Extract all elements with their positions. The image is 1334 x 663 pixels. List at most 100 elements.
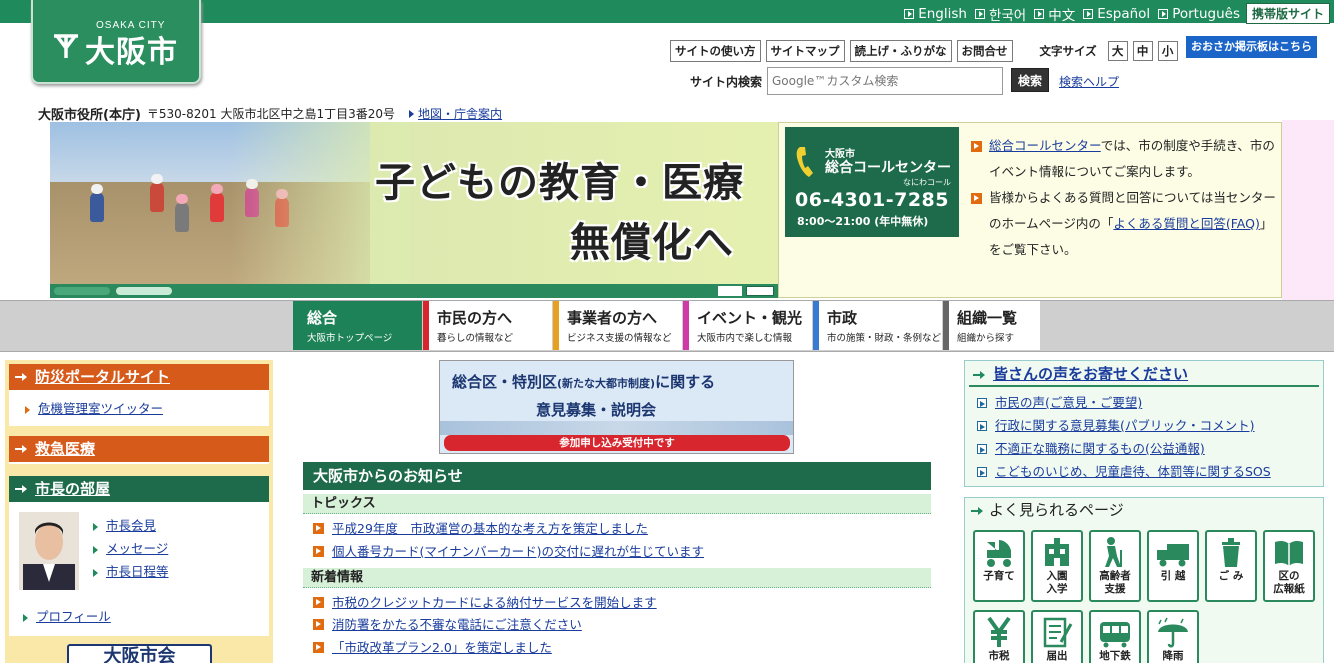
whistleblower-link[interactable]: 不適正な職務に関するもの(公益通報) — [995, 441, 1205, 456]
emergency-header[interactable]: 救急医療 — [9, 436, 269, 462]
message-link[interactable]: メッセージ — [106, 541, 168, 556]
yen-icon — [987, 616, 1011, 647]
search-label: サイト内検索 — [690, 75, 763, 89]
new-item-link[interactable]: 「市政改革プラン2.0」を策定しました — [332, 640, 552, 655]
tile-childcare[interactable]: 子育て — [973, 530, 1025, 602]
nav-tab-sub: 市の施策・財政・条例など — [827, 333, 942, 344]
logo-city-jp: 大阪市 — [85, 35, 178, 70]
new-item: 消防署をかたる不審な電話にご注意ください — [313, 614, 582, 633]
city-council-banner[interactable]: 大阪市会 — [67, 644, 212, 663]
site-guide-button[interactable]: サイトの使い方 — [670, 40, 761, 62]
call-info-2: 皆様からよくある質問と回答については当センターのホームページ内の「よくある質問と… — [971, 185, 1277, 263]
umbrella-icon — [1158, 617, 1188, 648]
lang-english[interactable]: English — [904, 6, 967, 22]
tile-notifications[interactable]: 届出 — [1031, 610, 1083, 663]
mayor-link-item: 市長会見 — [93, 514, 169, 537]
search-help-link[interactable]: 検索ヘルプ — [1059, 73, 1119, 90]
font-size-medium-button[interactable]: 中 — [1132, 41, 1153, 61]
sitemap-button[interactable]: サイトマップ — [765, 40, 845, 62]
new-item-link[interactable]: 消防署をかたる不審な電話にご注意ください — [332, 617, 582, 632]
photo-fade — [230, 122, 410, 298]
lang-chinese[interactable]: 中文 — [1034, 4, 1075, 24]
topic-link[interactable]: 平成29年度 市政運営の基本的な考え方を策定しました — [332, 521, 648, 536]
tile-garbage[interactable]: ご み — [1205, 530, 1257, 602]
pause-icon[interactable] — [746, 286, 774, 296]
feedback-title-link[interactable]: 皆さんの声をお寄せください — [993, 365, 1188, 383]
city-emblem-icon — [54, 34, 78, 58]
read-aloud-button[interactable]: 読上げ・ふりがな — [849, 40, 952, 62]
lang-spanish[interactable]: Español — [1083, 6, 1150, 22]
tile-rainfall[interactable]: 降雨 — [1147, 610, 1199, 663]
profile-link[interactable]: プロフィール — [36, 609, 111, 624]
new-info-header: 新着情報 — [303, 568, 931, 588]
new-item: 市税のクレジットカードによる納付サービスを開始します — [313, 592, 657, 611]
tile-moving[interactable]: 引 越 — [1147, 530, 1199, 602]
mayor-header[interactable]: 市長の部屋 — [9, 476, 269, 502]
disaster-portal-header[interactable]: 防災ポータルサイト — [9, 364, 269, 390]
nav-tab-organizations[interactable]: 組織一覧 組織から探す — [943, 301, 1040, 350]
new-item-link[interactable]: 市税のクレジットカードによる納付サービスを開始します — [332, 595, 657, 610]
arrow-icon — [93, 568, 98, 577]
emergency-medical-link[interactable]: 救急医療 — [35, 440, 95, 458]
tile-label: 降雨 — [1162, 650, 1184, 662]
font-size-small-button[interactable]: 小 — [1157, 41, 1178, 61]
call-center-line2: 総合コールセンター — [825, 160, 951, 176]
tile-city-tax[interactable]: 市税 — [973, 610, 1025, 663]
font-size-large-button[interactable]: 大 — [1107, 41, 1128, 61]
banner-text: 総合区・特別区 — [452, 373, 558, 391]
slide-indicator-2[interactable] — [116, 287, 172, 295]
nav-tab-title: イベント・観光 — [697, 309, 803, 327]
lang-korean[interactable]: 한국어 — [974, 4, 1026, 24]
crisis-twitter-link[interactable]: 危機管理室ツイッター — [38, 401, 163, 416]
play-icon[interactable] — [718, 286, 742, 296]
popular-pages-title: よく見られるページ — [989, 501, 1124, 519]
feedback-item: 市民の声(ご意見・ご要望) — [965, 391, 1323, 414]
mayor-box: 市長の部屋 市長会見 メッセージ 市長日程等 プロフィール — [9, 476, 269, 636]
public-comment-link[interactable]: 行政に関する意見募集(パブリック・コメント) — [995, 418, 1255, 433]
tile-ward-newsletter[interactable]: 区の 広報紙 — [1263, 530, 1315, 602]
nav-tab-title: 市民の方へ — [437, 309, 513, 327]
call-center-link[interactable]: 総合コールセンター — [989, 138, 1101, 153]
child-sos-link[interactable]: こどものいじめ、児童虐待、体罰等に関するSOS — [995, 464, 1271, 479]
nav-tab-city-gov[interactable]: 市政 市の施策・財政・条例など — [813, 301, 942, 350]
left-sidebar: 防災ポータルサイト 危機管理室ツイッター 救急医療 市長の部屋 市長会見 メッセ… — [5, 360, 273, 663]
schedule-link[interactable]: 市長日程等 — [106, 564, 169, 579]
press-conference-link[interactable]: 市長会見 — [106, 518, 156, 533]
decor-strip — [1282, 120, 1334, 300]
search-input[interactable] — [767, 67, 1003, 95]
hero-slideshow[interactable]: 子どもの教育・医療 無償化へ — [50, 122, 778, 298]
arrow-icon — [977, 444, 987, 454]
feedback-header[interactable]: 皆さんの声をお寄せください — [969, 361, 1319, 387]
slide-indicator-1[interactable] — [54, 287, 110, 295]
banner-line1: 総合区・特別区(新たな大都市制度)に関する — [452, 371, 715, 392]
emergency-box: 救急医療 — [9, 436, 269, 464]
disaster-portal-link[interactable]: 防災ポータルサイト — [35, 368, 170, 386]
mobile-site-link[interactable]: 携帯版サイト — [1245, 3, 1330, 24]
call-center-card[interactable]: 大阪市 総合コールセンター なにわコール 06-4301-7285 8:00～2… — [785, 127, 959, 237]
call-center-info: 総合コールセンターでは、市の制度や手続き、市のイベント情報についてご案内します。… — [971, 133, 1277, 263]
tile-elderly-support[interactable]: 高齢者 支援 — [1089, 530, 1141, 602]
nav-tab-business[interactable]: 事業者の方へ ビジネス支援の情報など — [553, 301, 682, 350]
citizen-voice-link[interactable]: 市民の声(ご意見・ご要望) — [995, 395, 1142, 410]
faq-link[interactable]: よくある質問と回答(FAQ) — [1113, 216, 1259, 231]
site-logo[interactable]: OSAKA CITY 大阪市 — [31, 0, 201, 84]
nav-tab-citizens[interactable]: 市民の方へ 暮らしの情報など — [423, 301, 552, 350]
topic-link[interactable]: 個人番号カード(マイナンバーカード)の交付に遅れが生じています — [332, 544, 704, 559]
arrow-icon — [313, 619, 324, 630]
lang-portuguese[interactable]: Português — [1158, 6, 1240, 22]
trash-icon — [1222, 538, 1240, 567]
nav-tab-events[interactable]: イベント・観光 大阪市内で楽しむ情報 — [683, 301, 812, 350]
osaka-board-button[interactable]: おおさか掲示板はこちら — [1186, 36, 1317, 58]
tile-school-entry[interactable]: 入園 入学 — [1031, 530, 1083, 602]
ward-system-banner[interactable]: 総合区・特別区(新たな大都市制度)に関する 意見募集・説明会 参加申し込み受付中… — [439, 360, 794, 454]
feedback-item: こどものいじめ、児童虐待、体罰等に関するSOS — [965, 460, 1323, 483]
arrow-icon — [977, 467, 987, 477]
contact-button[interactable]: お問合せ — [956, 40, 1013, 62]
call-center-kana: なにわコール — [903, 178, 951, 187]
map-link[interactable]: 地図・庁舎案内 — [418, 105, 502, 122]
nav-tab-general[interactable]: 総合 大阪市トップページ — [293, 301, 422, 350]
lang-label: Português — [1172, 5, 1240, 22]
search-button[interactable]: 検索 — [1011, 68, 1049, 92]
mayor-room-link[interactable]: 市長の部屋 — [35, 480, 110, 498]
tile-subway[interactable]: 地下鉄 — [1089, 610, 1141, 663]
